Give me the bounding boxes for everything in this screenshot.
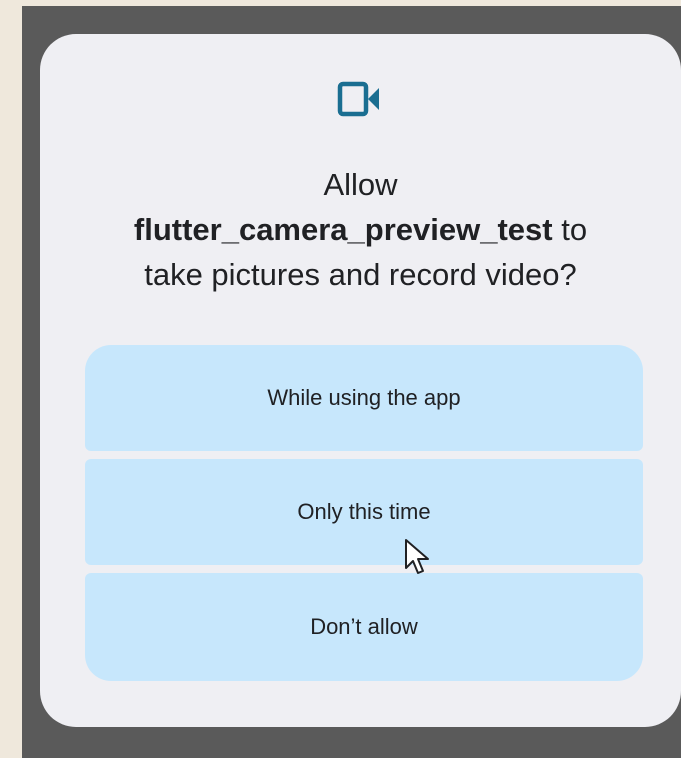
dont-allow-button[interactable]: Don’t allow <box>85 573 643 681</box>
title-line-app: flutter_camera_preview_test to <box>40 207 681 252</box>
title-to: to <box>561 212 588 247</box>
dont-allow-label: Don’t allow <box>310 614 418 639</box>
only-this-time-button[interactable]: Only this time <box>85 459 643 565</box>
while-using-app-label: While using the app <box>267 385 461 410</box>
app-name: flutter_camera_preview_test <box>133 212 553 247</box>
mouse-pointer-icon <box>405 539 429 574</box>
title-line-request: take pictures and record video? <box>144 257 577 292</box>
only-this-time-label: Only this time <box>297 499 431 524</box>
title-line-allow: Allow <box>323 167 398 202</box>
permission-title: Allow flutter_camera_preview_test to tak… <box>40 162 681 297</box>
while-using-app-button[interactable]: While using the app <box>85 345 643 451</box>
video-camera-icon <box>337 81 379 117</box>
